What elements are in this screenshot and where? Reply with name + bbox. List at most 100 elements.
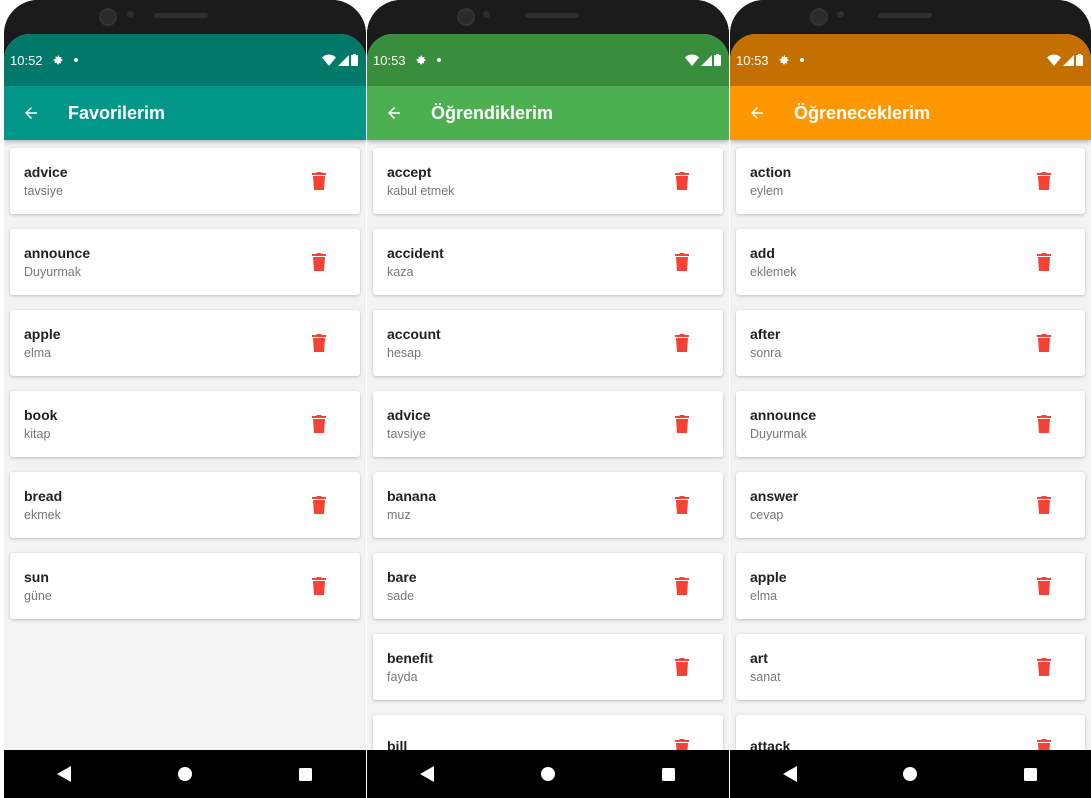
list-item[interactable]: add eklemek [736, 229, 1085, 295]
delete-button[interactable] [304, 490, 334, 520]
trash-icon [675, 334, 689, 352]
trash-icon [1037, 334, 1051, 352]
list-item[interactable]: advice tavsiye [10, 148, 360, 214]
nav-home-button[interactable] [528, 754, 568, 794]
list-item[interactable]: announce Duyurmak [736, 391, 1085, 457]
back-button[interactable] [367, 86, 421, 140]
trash-icon [675, 577, 689, 595]
system-nav-bar [367, 750, 729, 798]
list-item[interactable]: accept kabul etmek [373, 148, 723, 214]
system-nav-bar [730, 750, 1091, 798]
delete-button[interactable] [1029, 247, 1059, 277]
list-item[interactable]: announce Duyurmak [10, 229, 360, 295]
list-item[interactable]: sun güne [10, 553, 360, 619]
word-text: sun [24, 569, 49, 585]
delete-button[interactable] [304, 166, 334, 196]
meaning-text: tavsiye [387, 427, 426, 441]
list-item[interactable]: action eylem [736, 148, 1085, 214]
list-item[interactable]: banana muz [373, 472, 723, 538]
delete-button[interactable] [667, 166, 697, 196]
delete-button[interactable] [304, 571, 334, 601]
nav-home-button[interactable] [165, 754, 205, 794]
meaning-text: ekmek [24, 508, 61, 522]
front-camera [457, 8, 475, 26]
meaning-text: elma [750, 589, 778, 603]
delete-button[interactable] [1029, 490, 1059, 520]
list-item[interactable]: bread ekmek [10, 472, 360, 538]
triangle-back-icon [57, 766, 72, 782]
circle-home-icon [540, 767, 555, 781]
list-item[interactable]: benefit fayda [373, 634, 723, 700]
delete-button[interactable] [667, 328, 697, 358]
battery-icon [714, 54, 721, 66]
list-item[interactable]: bill [373, 715, 723, 750]
delete-button[interactable] [667, 571, 697, 601]
list-item[interactable]: apple elma [736, 553, 1085, 619]
wifi-icon [322, 54, 336, 66]
phone-to-learn: 10:53 Öğreneceklerim action eylem add ekle… [730, 0, 1091, 798]
delete-button[interactable] [304, 328, 334, 358]
square-recents-icon [299, 767, 313, 781]
back-button[interactable] [730, 86, 784, 140]
list-item[interactable]: apple elma [10, 310, 360, 376]
list-item[interactable]: bare sade [373, 553, 723, 619]
nav-home-button[interactable] [890, 754, 930, 794]
arrow-back-icon [25, 107, 37, 119]
nav-back-button[interactable] [770, 754, 810, 794]
word-text: announce [750, 407, 817, 423]
list-item[interactable]: book kitap [10, 391, 360, 457]
app-bar: Favorilerim [4, 86, 366, 140]
battery-icon [1076, 54, 1083, 66]
nav-recents-button[interactable] [286, 754, 326, 794]
delete-button[interactable] [1029, 733, 1059, 750]
delete-button[interactable] [304, 247, 334, 277]
status-icons [322, 54, 358, 66]
list-item[interactable]: attack [736, 715, 1085, 750]
delete-button[interactable] [1029, 652, 1059, 682]
front-camera [99, 8, 117, 26]
delete-button[interactable] [304, 409, 334, 439]
meaning-text: tavsiye [24, 184, 63, 198]
phone-bezel [730, 0, 1091, 34]
trash-icon [312, 253, 326, 271]
proximity-sensor [127, 11, 134, 18]
page-title: Favorilerim [68, 102, 166, 123]
status-time: 10:53 [736, 52, 769, 68]
meaning-text: güne [24, 589, 52, 603]
square-recents-icon [1024, 767, 1038, 781]
status-bar: 10:53 [730, 34, 1091, 86]
word-text: advice [387, 407, 431, 423]
list-item[interactable]: answer cevap [736, 472, 1085, 538]
nav-back-button[interactable] [407, 754, 447, 794]
screen: 10:53 Öğrendiklerim accept kabul etmek ac… [367, 34, 729, 798]
delete-button[interactable] [1029, 166, 1059, 196]
delete-button[interactable] [1029, 328, 1059, 358]
word-text: book [24, 407, 58, 423]
triangle-back-icon [420, 766, 435, 782]
delete-button[interactable] [667, 247, 697, 277]
delete-button[interactable] [667, 652, 697, 682]
delete-button[interactable] [667, 409, 697, 439]
list-item[interactable]: art sanat [736, 634, 1085, 700]
delete-button[interactable] [667, 490, 697, 520]
list-item[interactable]: accident kaza [373, 229, 723, 295]
word-text: benefit [387, 650, 433, 666]
notification-dot [73, 58, 78, 62]
nav-recents-button[interactable] [1011, 754, 1051, 794]
back-button[interactable] [4, 86, 58, 140]
list-item[interactable]: account hesap [373, 310, 723, 376]
delete-button[interactable] [667, 733, 697, 750]
delete-button[interactable] [1029, 409, 1059, 439]
gear-icon [779, 55, 789, 65]
trash-icon [1037, 577, 1051, 595]
phone-favorites: 10:52 Favorilerim advice tavsiye announce… [4, 0, 366, 798]
nav-recents-button[interactable] [649, 754, 689, 794]
screen: 10:52 Favorilerim advice tavsiye announce… [4, 34, 366, 798]
delete-button[interactable] [1029, 571, 1059, 601]
list-item[interactable]: after sonra [736, 310, 1085, 376]
status-time: 10:52 [10, 52, 43, 68]
list-item[interactable]: advice tavsiye [373, 391, 723, 457]
meaning-text: kitap [24, 427, 51, 441]
arrow-back-icon [751, 107, 763, 119]
nav-back-button[interactable] [44, 754, 84, 794]
